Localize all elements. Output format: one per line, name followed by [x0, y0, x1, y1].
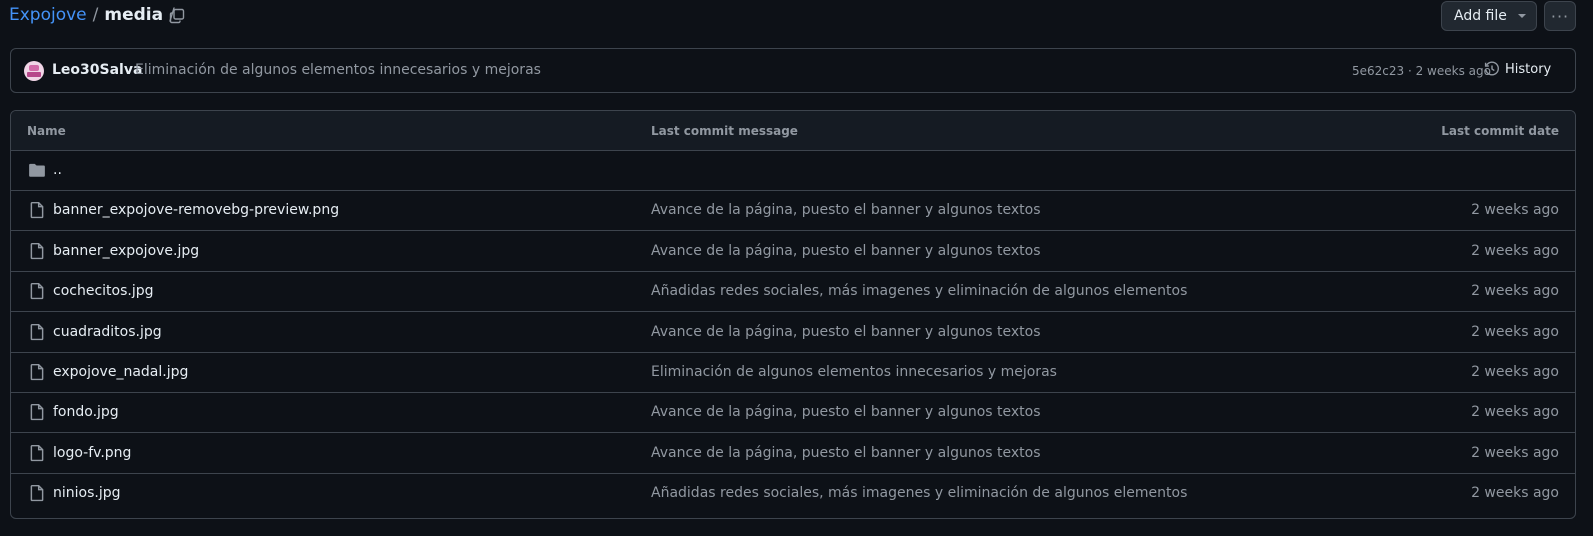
commit-date: 2 weeks ago — [1471, 202, 1559, 219]
folder-icon — [29, 163, 45, 177]
commit-date: 2 weeks ago — [1471, 323, 1559, 340]
history-label: History — [1505, 61, 1552, 77]
file-icon — [30, 485, 44, 502]
commit-message-link[interactable]: Avance de la página, puesto el banner y … — [651, 404, 1041, 420]
commit-message-link[interactable]: Eliminación de algunos elementos inneces… — [135, 62, 541, 78]
commit-author-link[interactable]: Leo30Salva — [52, 62, 142, 78]
file-table: Name Last commit message Last commit dat… — [10, 110, 1576, 519]
file-icon — [30, 323, 44, 340]
breadcrumb-current-folder: media — [104, 5, 164, 25]
commit-message-link[interactable]: Eliminación de algunos elementos inneces… — [651, 364, 1057, 380]
copy-path-button[interactable] — [166, 5, 188, 27]
commit-hash-time[interactable]: 5e62c23 · 2 weeks ago — [1352, 64, 1491, 78]
parent-directory-link[interactable]: .. — [53, 162, 62, 178]
triangle-down-icon — [1518, 14, 1526, 18]
file-name-link[interactable]: ninios.jpg — [53, 485, 121, 501]
column-header-date: Last commit date — [1441, 124, 1559, 138]
file-icon — [30, 202, 44, 219]
commit-message-link[interactable]: Añadidas redes sociales, más imagenes y … — [651, 485, 1187, 501]
commit-date: 2 weeks ago — [1471, 364, 1559, 380]
breadcrumb-separator: / — [92, 5, 99, 25]
table-row[interactable]: ninios.jpg Añadidas redes sociales, más i… — [11, 474, 1575, 514]
table-row[interactable]: banner_expojove.jpg Avance de la página, … — [11, 232, 1575, 272]
breadcrumb: Expojove / media / — [9, 5, 181, 25]
commit-message-link[interactable]: Avance de la página, puesto el banner y … — [651, 243, 1041, 259]
add-file-label: Add file — [1454, 8, 1507, 24]
table-row[interactable]: fondo.jpg Avance de la página, puesto el … — [11, 393, 1575, 434]
file-icon — [30, 283, 44, 300]
commit-message-link[interactable]: Avance de la página, puesto el banner y … — [651, 445, 1041, 461]
commit-date: 2 weeks ago — [1471, 444, 1559, 461]
commit-date: 2 weeks ago — [1471, 242, 1559, 259]
breadcrumb-repo-link[interactable]: Expojove — [9, 5, 87, 25]
commit-date: 2 weeks ago — [1471, 283, 1559, 300]
table-row[interactable]: logo-fv.png Avance de la página, puesto e… — [11, 434, 1575, 474]
table-row[interactable]: cochecitos.jpg Añadidas redes sociales, m… — [11, 272, 1575, 313]
commit-date: 2 weeks ago — [1471, 485, 1559, 502]
history-button[interactable]: History — [1484, 61, 1551, 77]
commit-message-link[interactable]: Añadidas redes sociales, más imagenes y … — [651, 283, 1187, 299]
history-icon — [1484, 61, 1499, 76]
column-header-message: Last commit message — [651, 124, 798, 138]
copy-icon — [169, 8, 185, 24]
add-file-button[interactable]: Add file — [1441, 1, 1537, 31]
commit-message-link[interactable]: Avance de la página, puesto el banner y … — [651, 202, 1041, 218]
avatar[interactable] — [24, 61, 44, 81]
column-header-name: Name — [27, 124, 66, 138]
file-navigation-bar: Expojove / media / Add file ··· — [0, 0, 1593, 38]
file-name-link[interactable]: banner_expojove-removebg-preview.png — [53, 202, 339, 218]
table-row[interactable]: cuadraditos.jpg Avance de la página, pues… — [11, 313, 1575, 353]
file-icon — [30, 444, 44, 461]
more-options-button[interactable]: ··· — [1544, 1, 1576, 31]
file-icon — [30, 242, 44, 259]
file-name-link[interactable]: banner_expojove.jpg — [53, 243, 199, 259]
file-name-link[interactable]: cochecitos.jpg — [53, 283, 154, 299]
file-icon — [30, 404, 44, 421]
file-name-link[interactable]: fondo.jpg — [53, 404, 119, 420]
parent-directory-row[interactable]: .. — [11, 151, 1575, 191]
table-header: Name Last commit message Last commit dat… — [11, 111, 1575, 151]
table-row[interactable]: expojove_nadal.jpg Eliminación de algunos… — [11, 353, 1575, 393]
file-icon — [30, 363, 44, 381]
file-name-link[interactable]: cuadraditos.jpg — [53, 324, 162, 340]
file-name-link[interactable]: logo-fv.png — [53, 445, 131, 461]
commit-message-link[interactable]: Avance de la página, puesto el banner y … — [651, 324, 1041, 340]
file-name-link[interactable]: expojove_nadal.jpg — [53, 364, 188, 380]
table-row[interactable]: banner_expojove-removebg-preview.png Avan… — [11, 191, 1575, 232]
commit-date: 2 weeks ago — [1471, 404, 1559, 421]
latest-commit-bar: Leo30Salva Eliminación de algunos elemen… — [10, 48, 1576, 93]
